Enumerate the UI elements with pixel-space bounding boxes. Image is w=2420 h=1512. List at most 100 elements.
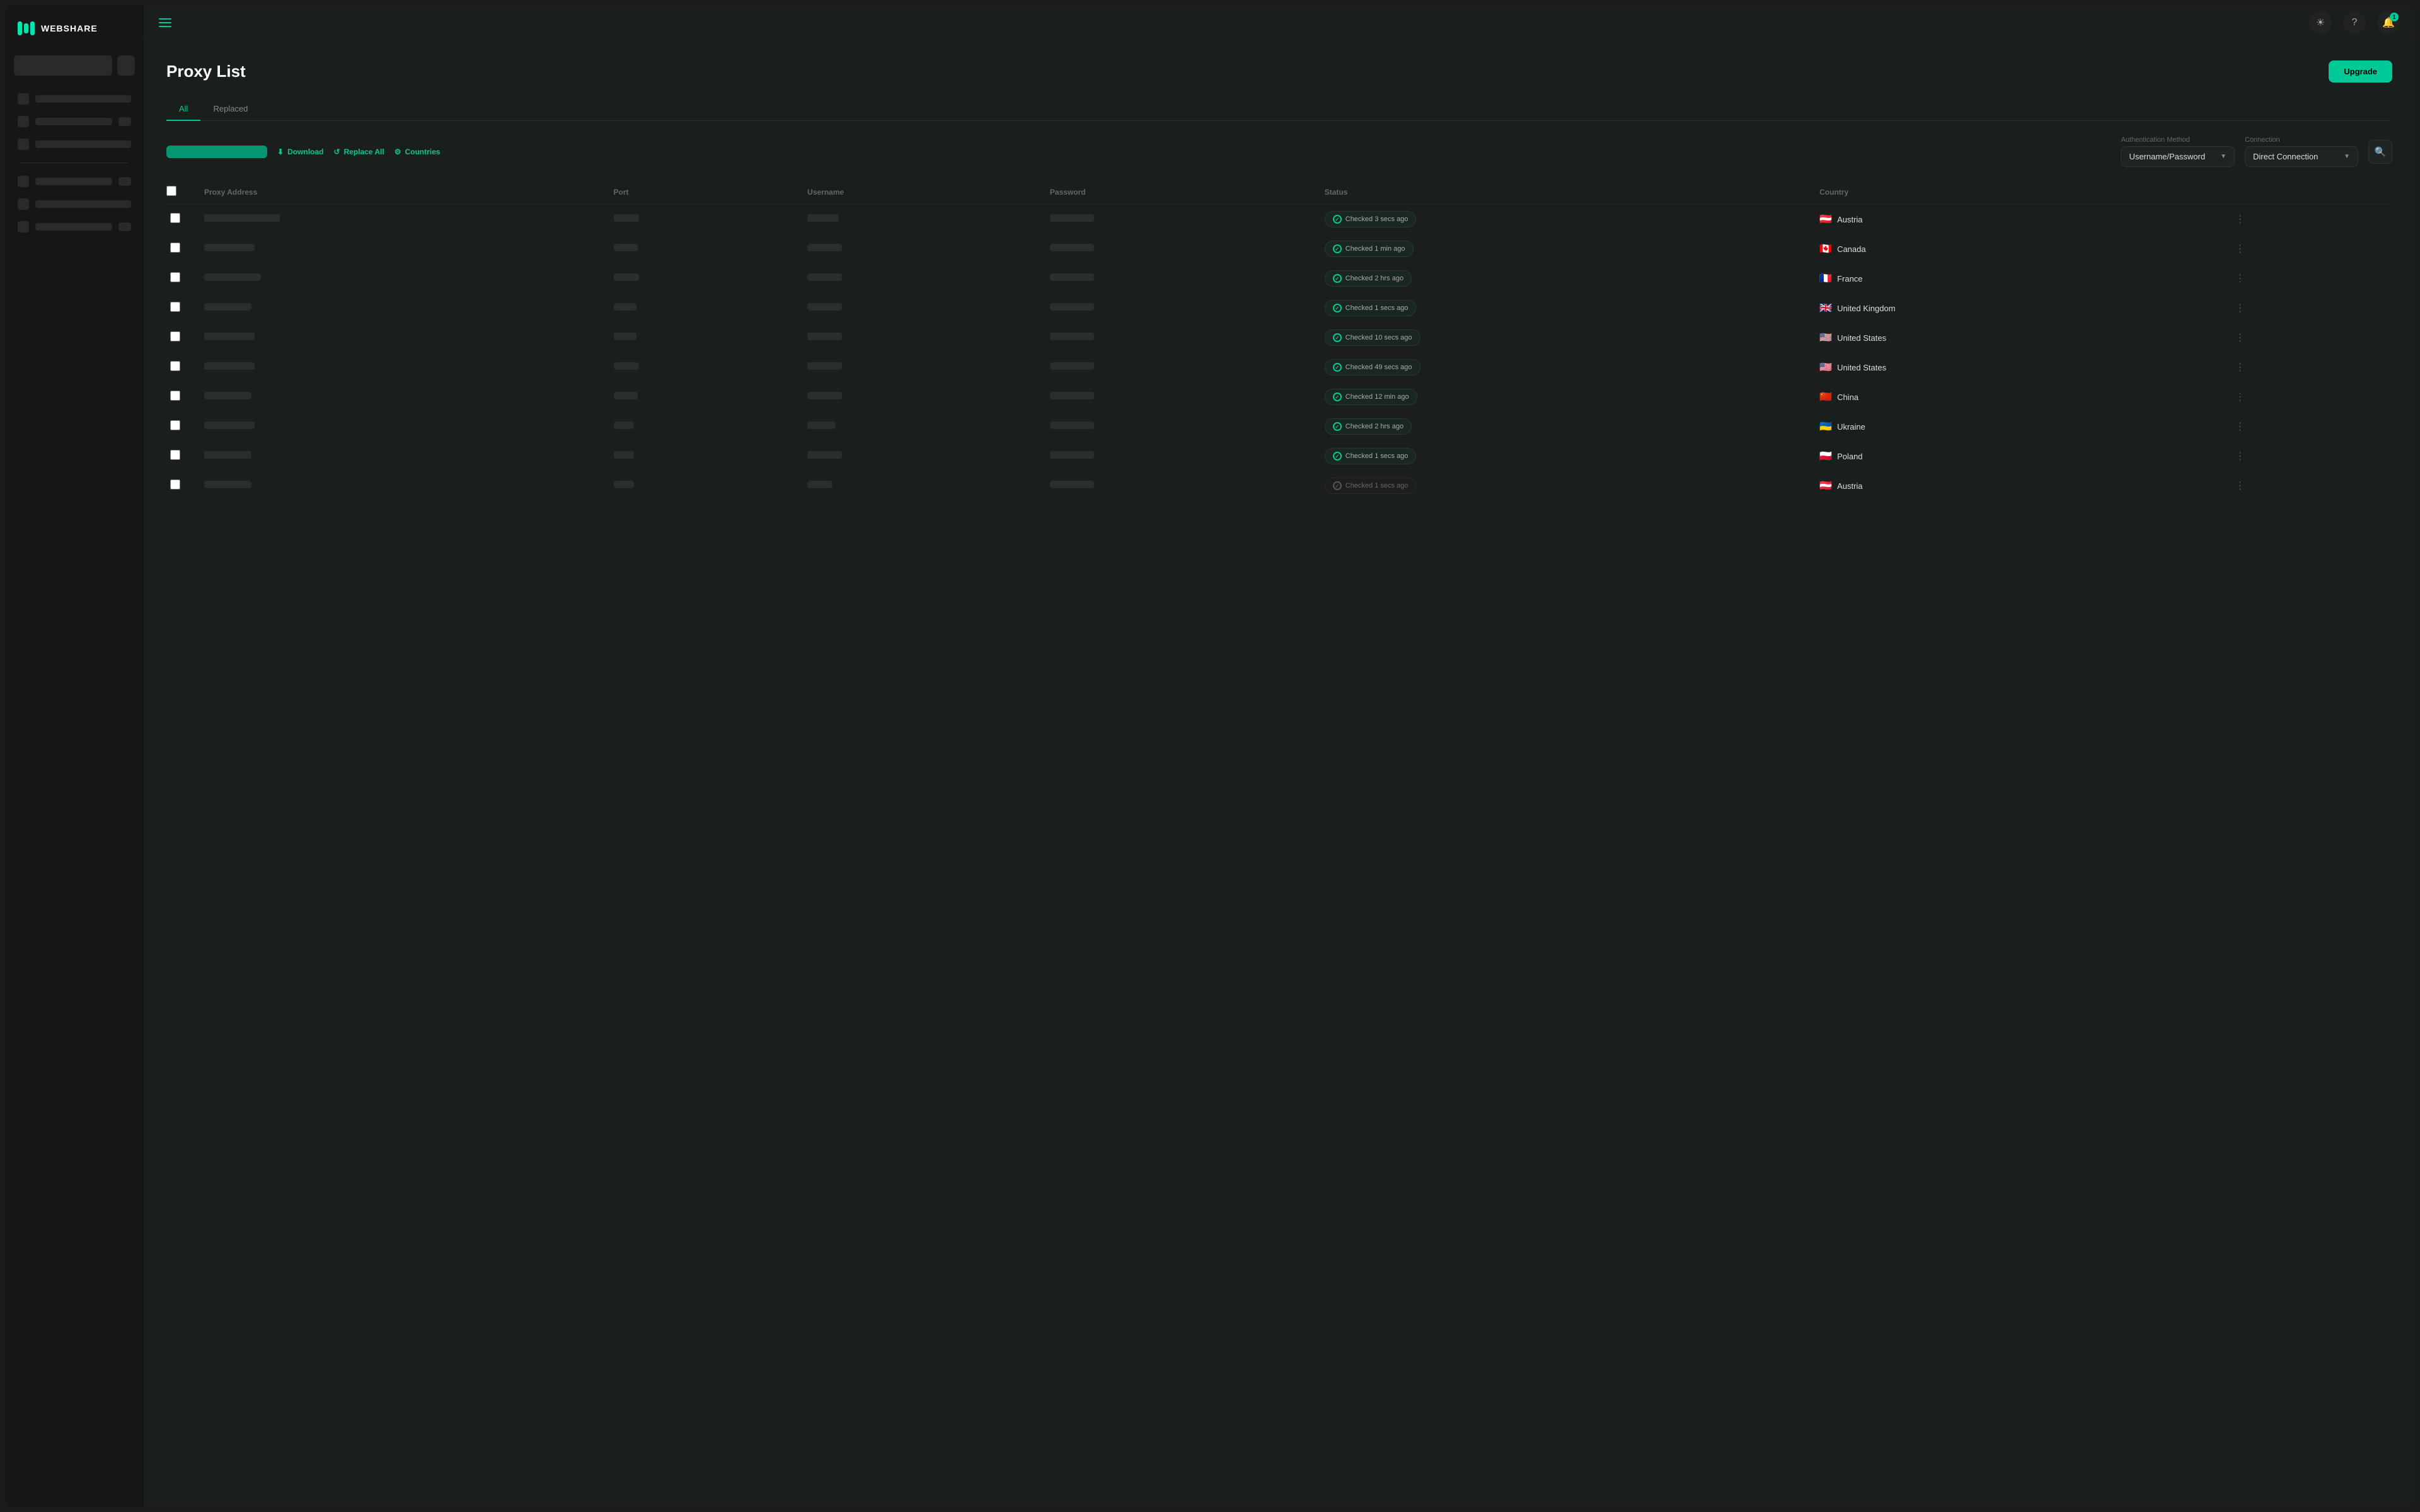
port-value bbox=[614, 421, 634, 429]
proxy-address-cell bbox=[194, 412, 604, 442]
theme-toggle-button[interactable]: ☀ bbox=[2309, 11, 2332, 34]
connection-chevron-icon: ▼ bbox=[2344, 153, 2350, 160]
country-info: 🇨🇦 Canada bbox=[1819, 243, 2210, 255]
country-info: 🇺🇸 United States bbox=[1819, 331, 2210, 344]
proxy-address-value bbox=[204, 421, 255, 429]
status-check-icon bbox=[1333, 422, 1342, 431]
proxy-table: Proxy Address Port Username Password Sta bbox=[166, 180, 2392, 501]
row-more-button[interactable]: ⋮ bbox=[2230, 271, 2250, 287]
row-more-button[interactable]: ⋮ bbox=[2230, 478, 2250, 494]
select-all-checkbox[interactable] bbox=[166, 186, 176, 196]
country-flag: 🇨🇳 bbox=[1819, 391, 1832, 403]
port-value bbox=[614, 244, 638, 251]
row-checkbox-cell bbox=[166, 471, 194, 501]
status-cell: Checked 2 hrs ago bbox=[1315, 412, 1809, 442]
row-select-checkbox[interactable] bbox=[170, 479, 180, 490]
sidebar-item-3[interactable] bbox=[11, 134, 137, 155]
auth-method-filter-group: Authentication Method Username/Password … bbox=[2121, 136, 2235, 167]
username-value bbox=[807, 451, 842, 459]
port-value bbox=[614, 333, 637, 340]
password-cell bbox=[1040, 382, 1315, 412]
country-flag: 🇫🇷 bbox=[1819, 272, 1832, 285]
proxy-address-cell bbox=[194, 294, 604, 323]
row-more-button[interactable]: ⋮ bbox=[2230, 212, 2250, 227]
logo-text: WEBSHARE bbox=[41, 23, 98, 33]
status-text: Checked 2 hrs ago bbox=[1345, 423, 1403, 430]
row-more-button[interactable]: ⋮ bbox=[2230, 389, 2250, 405]
status-badge: Checked 1 min ago bbox=[1325, 241, 1414, 257]
country-flag: 🇦🇹 bbox=[1819, 213, 1832, 226]
sidebar-search-button[interactable] bbox=[117, 55, 135, 76]
row-select-checkbox[interactable] bbox=[170, 450, 180, 460]
row-select-checkbox[interactable] bbox=[170, 420, 180, 430]
username-value bbox=[807, 421, 836, 429]
password-cell bbox=[1040, 323, 1315, 353]
proxy-address-cell bbox=[194, 382, 604, 412]
tabs-container: All Replaced bbox=[166, 98, 2392, 121]
logo-bar-3 bbox=[30, 21, 35, 35]
sidebar-item-1[interactable] bbox=[11, 88, 137, 110]
port-cell bbox=[604, 294, 798, 323]
page-title: Proxy List bbox=[166, 62, 246, 81]
auth-method-select[interactable]: Username/Password ▼ bbox=[2121, 146, 2235, 167]
hamburger-menu-button[interactable] bbox=[159, 18, 171, 27]
progress-bar bbox=[166, 146, 267, 158]
search-button[interactable]: 🔍 bbox=[2368, 140, 2392, 164]
sidebar-search-box[interactable] bbox=[14, 55, 112, 76]
country-info: 🇦🇹 Austria bbox=[1819, 213, 2210, 226]
table-header-username: Username bbox=[797, 180, 1040, 205]
sidebar-item-4[interactable] bbox=[11, 171, 137, 192]
sidebar-item-2[interactable] bbox=[11, 111, 137, 132]
country-cell: 🇵🇱 Poland bbox=[1809, 442, 2220, 471]
row-select-checkbox[interactable] bbox=[170, 361, 180, 371]
row-select-checkbox[interactable] bbox=[170, 243, 180, 253]
row-more-button[interactable]: ⋮ bbox=[2230, 330, 2250, 346]
tab-all[interactable]: All bbox=[166, 98, 200, 121]
row-more-button[interactable]: ⋮ bbox=[2230, 301, 2250, 316]
row-more-button[interactable]: ⋮ bbox=[2230, 419, 2250, 435]
topbar-actions: ☀ ? 🔔 1 bbox=[2309, 11, 2400, 34]
row-checkbox-cell bbox=[166, 294, 194, 323]
row-select-checkbox[interactable] bbox=[170, 302, 180, 312]
row-actions-cell: ⋮ bbox=[2220, 205, 2392, 234]
username-value bbox=[807, 214, 839, 222]
tab-replaced[interactable]: Replaced bbox=[200, 98, 260, 121]
download-button[interactable]: ⬇ Download bbox=[277, 145, 323, 159]
username-value bbox=[807, 303, 842, 311]
replace-all-button[interactable]: ↺ Replace All bbox=[333, 145, 384, 159]
row-checkbox-cell bbox=[166, 412, 194, 442]
connection-filter-group: Connection Direct Connection ▼ bbox=[2245, 136, 2358, 167]
notifications-button[interactable]: 🔔 1 bbox=[2377, 11, 2400, 34]
username-value bbox=[807, 244, 842, 251]
row-select-checkbox[interactable] bbox=[170, 213, 180, 223]
help-button[interactable]: ? bbox=[2343, 11, 2366, 34]
username-cell bbox=[797, 234, 1040, 264]
password-value bbox=[1050, 333, 1094, 340]
username-cell bbox=[797, 412, 1040, 442]
row-select-checkbox[interactable] bbox=[170, 272, 180, 282]
page-header: Proxy List Upgrade bbox=[166, 60, 2392, 83]
nav-icon-6 bbox=[18, 221, 29, 232]
port-cell bbox=[604, 442, 798, 471]
password-value bbox=[1050, 273, 1094, 281]
row-more-button[interactable]: ⋮ bbox=[2230, 360, 2250, 375]
sidebar-item-5[interactable] bbox=[11, 193, 137, 215]
sidebar-item-6[interactable] bbox=[11, 216, 137, 238]
status-text: Checked 12 min ago bbox=[1345, 393, 1409, 401]
row-select-checkbox[interactable] bbox=[170, 331, 180, 341]
port-cell bbox=[604, 234, 798, 264]
country-cell: 🇺🇦 Ukraine bbox=[1809, 412, 2220, 442]
row-select-checkbox[interactable] bbox=[170, 391, 180, 401]
table-row: Checked 1 secs ago 🇬🇧 United Kingdom ⋮ bbox=[166, 294, 2392, 323]
port-cell bbox=[604, 412, 798, 442]
country-name: Poland bbox=[1837, 452, 1862, 461]
proxy-address-cell bbox=[194, 442, 604, 471]
row-more-button[interactable]: ⋮ bbox=[2230, 241, 2250, 257]
countries-filter-button[interactable]: ⚙ Countries bbox=[395, 145, 441, 159]
table-header-proxy-address: Proxy Address bbox=[194, 180, 604, 205]
row-checkbox-cell bbox=[166, 442, 194, 471]
country-flag: 🇺🇸 bbox=[1819, 331, 1832, 344]
upgrade-button[interactable]: Upgrade bbox=[2329, 60, 2392, 83]
connection-select[interactable]: Direct Connection ▼ bbox=[2245, 146, 2358, 167]
row-more-button[interactable]: ⋮ bbox=[2230, 449, 2250, 464]
